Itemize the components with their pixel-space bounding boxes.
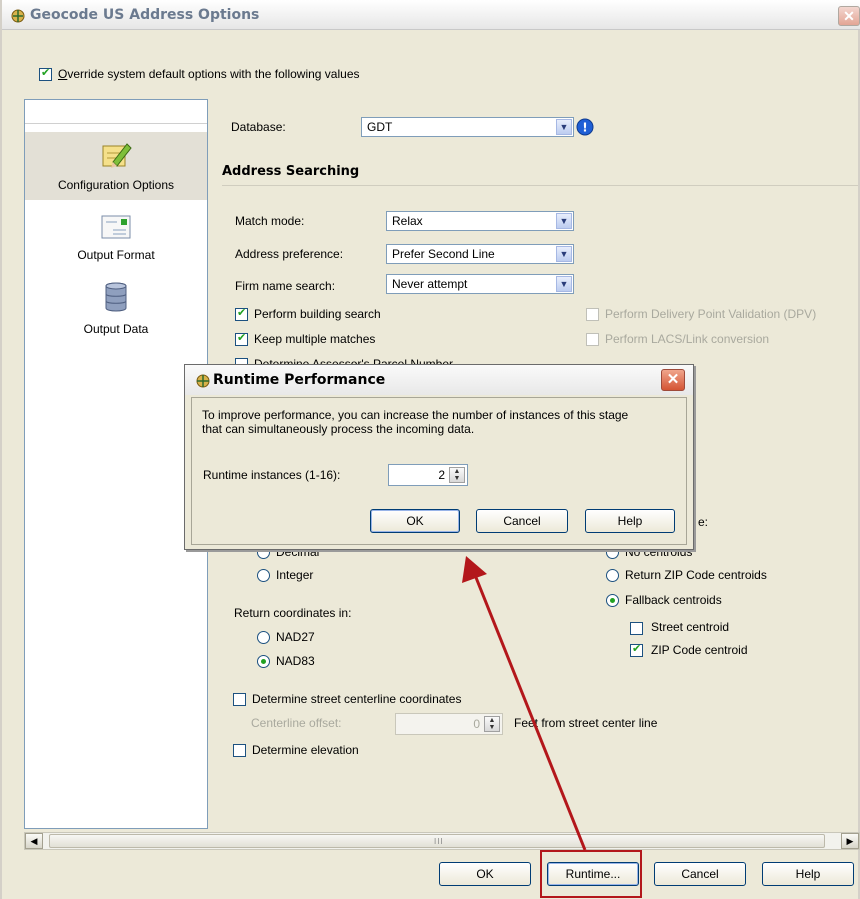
section-divider bbox=[222, 185, 858, 186]
chevron-down-icon: ▼ bbox=[556, 246, 572, 262]
nad27-radio[interactable] bbox=[257, 631, 270, 644]
spinner-arrows-icon[interactable]: ▲ ▼ bbox=[484, 716, 500, 732]
dialog-description-line2: that can simultaneously process the inco… bbox=[202, 422, 475, 436]
firm-name-search-value: Never attempt bbox=[392, 277, 468, 291]
horizontal-scrollbar[interactable]: ◀ III ▶ bbox=[24, 832, 860, 850]
runtime-instances-label: Runtime instances (1-16): bbox=[203, 468, 341, 482]
database-select[interactable]: GDT ▼ bbox=[361, 117, 574, 137]
nav-item-output-data[interactable]: Output Data bbox=[25, 274, 207, 342]
chevron-down-icon: ▼ bbox=[556, 119, 572, 135]
keep-multiple-matches-label: Keep multiple matches bbox=[254, 332, 376, 346]
centerline-offset-unit: Feet from street center line bbox=[514, 716, 658, 730]
options-nav-panel: Configuration Options Output Format Outp… bbox=[24, 99, 208, 829]
keep-multiple-matches-checkbox[interactable] bbox=[235, 331, 248, 346]
cancel-button[interactable]: Cancel bbox=[654, 862, 746, 886]
close-icon[interactable]: ✕ bbox=[838, 6, 860, 26]
match-mode-label: Match mode: bbox=[235, 214, 305, 228]
match-mode-value: Relax bbox=[392, 214, 423, 228]
fallback-centroids-label: Fallback centroids bbox=[625, 593, 722, 607]
determine-elevation-label: Determine elevation bbox=[252, 743, 359, 757]
close-icon[interactable]: ✕ bbox=[661, 369, 685, 391]
window-title: Geocode US Address Options bbox=[30, 7, 260, 23]
nad27-label: NAD27 bbox=[276, 630, 315, 644]
address-preference-select[interactable]: Prefer Second Line ▼ bbox=[386, 244, 574, 264]
address-preference-label: Address preference: bbox=[235, 247, 344, 261]
globe-app-icon bbox=[11, 9, 25, 23]
nav-item-configuration-options[interactable]: Configuration Options bbox=[25, 132, 207, 200]
database-label: Database: bbox=[231, 120, 286, 134]
nav-item-output-format[interactable]: Output Format bbox=[25, 204, 207, 272]
nad83-label: NAD83 bbox=[276, 654, 315, 668]
spinner-arrows-icon[interactable]: ▲ ▼ bbox=[449, 467, 465, 483]
perform-building-search-label: Perform building search bbox=[254, 307, 381, 321]
runtime-instances-spinner[interactable]: 2 ▲ ▼ bbox=[388, 464, 468, 486]
centerline-offset-spinner[interactable]: 0 ▲ ▼ bbox=[395, 713, 503, 735]
lacs-link-label: Perform LACS/Link conversion bbox=[605, 332, 770, 346]
dialog-ok-button[interactable]: OK bbox=[370, 509, 460, 533]
dpv-label: Perform Delivery Point Validation (DPV) bbox=[605, 307, 817, 321]
address-searching-title: Address Searching bbox=[222, 164, 360, 179]
centroids-header-label: e: bbox=[698, 515, 709, 529]
dialog-title-bar[interactable]: Runtime Performance ✕ bbox=[185, 365, 693, 395]
override-checkbox[interactable] bbox=[39, 66, 52, 81]
dialog-cancel-button[interactable]: Cancel bbox=[476, 509, 568, 533]
dpv-checkbox[interactable] bbox=[586, 308, 599, 321]
pencil-note-icon bbox=[102, 143, 132, 168]
perform-building-search-checkbox[interactable] bbox=[235, 306, 248, 321]
override-label-accesskey: O bbox=[58, 67, 68, 81]
ok-button[interactable]: OK bbox=[439, 862, 531, 886]
runtime-button-highlight bbox=[540, 850, 642, 898]
nav-item-label: Configuration Options bbox=[57, 178, 175, 192]
lacs-link-checkbox[interactable] bbox=[586, 333, 599, 346]
svg-text:!: ! bbox=[582, 121, 587, 135]
dialog-description-line1: To improve performance, you can increase… bbox=[202, 408, 629, 422]
database-value: GDT bbox=[367, 120, 393, 134]
override-label-text: verride system default options with the … bbox=[67, 67, 360, 81]
database-icon bbox=[105, 282, 127, 312]
nav-header-box bbox=[25, 100, 207, 124]
fallback-centroids-radio[interactable] bbox=[606, 594, 619, 607]
zip-code-centroid-label: ZIP Code centroid bbox=[651, 643, 748, 657]
determine-elevation-checkbox[interactable] bbox=[233, 744, 246, 757]
override-label: Override system default options with the… bbox=[58, 67, 360, 81]
zip-code-centroid-checkbox[interactable] bbox=[630, 642, 643, 657]
document-icon bbox=[101, 215, 131, 239]
dialog-body: To improve performance, you can increase… bbox=[191, 397, 687, 545]
firm-name-search-label: Firm name search: bbox=[235, 279, 336, 293]
centerline-offset-label: Centerline offset: bbox=[251, 716, 342, 730]
chevron-down-icon: ▼ bbox=[556, 276, 572, 292]
globe-app-icon bbox=[196, 374, 210, 388]
scroll-right-icon[interactable]: ▶ bbox=[841, 833, 859, 849]
street-centroid-label: Street centroid bbox=[651, 620, 730, 634]
match-mode-select[interactable]: Relax ▼ bbox=[386, 211, 574, 231]
return-coordinates-label: Return coordinates in: bbox=[234, 606, 352, 620]
firm-name-search-select[interactable]: Never attempt ▼ bbox=[386, 274, 574, 294]
address-preference-value: Prefer Second Line bbox=[392, 247, 495, 261]
zip-centroids-label: Return ZIP Code centroids bbox=[625, 568, 767, 582]
street-centerline-checkbox[interactable] bbox=[233, 693, 246, 706]
scroll-left-icon[interactable]: ◀ bbox=[25, 833, 43, 849]
dialog-help-button[interactable]: Help bbox=[585, 509, 675, 533]
runtime-performance-dialog: Runtime Performance ✕ To improve perform… bbox=[184, 364, 694, 550]
nav-item-label: Output Data bbox=[83, 322, 149, 336]
chevron-down-icon: ▼ bbox=[556, 213, 572, 229]
street-centerline-label: Determine street centerline coordinates bbox=[252, 692, 462, 706]
scrollbar-thumb[interactable]: III bbox=[49, 834, 825, 848]
dialog-title: Runtime Performance bbox=[213, 372, 386, 388]
title-bar[interactable]: Geocode US Address Options ✕ bbox=[2, 0, 860, 30]
nad83-radio[interactable] bbox=[257, 655, 270, 668]
info-icon[interactable]: ! bbox=[576, 118, 594, 136]
centerline-offset-value: 0 bbox=[473, 717, 480, 731]
scrollbar-grip: III bbox=[434, 837, 444, 846]
integer-radio[interactable] bbox=[257, 569, 270, 582]
zip-centroids-radio[interactable] bbox=[606, 569, 619, 582]
street-centroid-checkbox[interactable] bbox=[630, 622, 643, 635]
help-button[interactable]: Help bbox=[762, 862, 854, 886]
nav-item-label: Output Format bbox=[77, 248, 155, 262]
runtime-instances-value: 2 bbox=[438, 468, 445, 482]
integer-label: Integer bbox=[276, 568, 314, 582]
